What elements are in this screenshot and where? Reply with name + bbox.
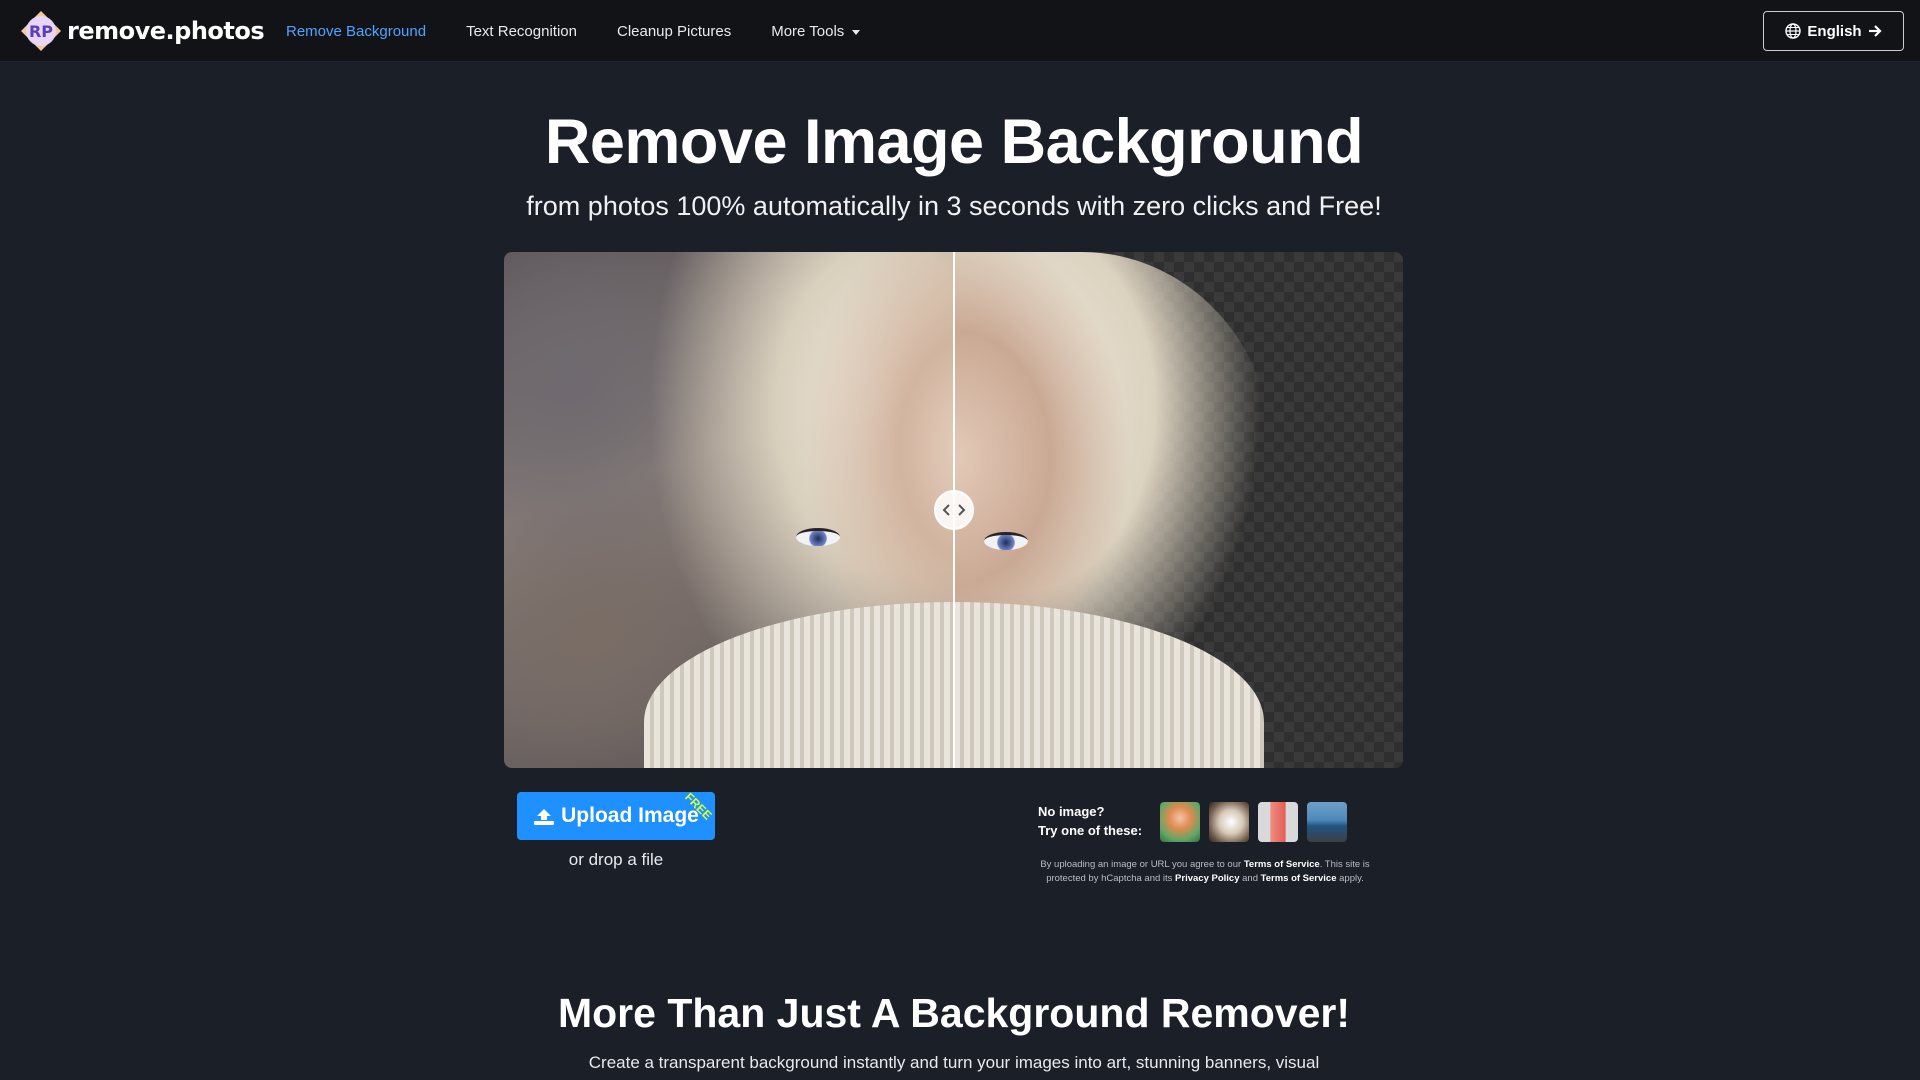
sample-label-line1: No image?	[1038, 804, 1105, 819]
nav-more-tools[interactable]: More Tools	[771, 22, 861, 40]
privacy-policy-link[interactable]: Privacy Policy	[1175, 873, 1239, 884]
drop-file-hint: or drop a file	[568, 850, 664, 869]
sample-images	[1160, 802, 1356, 842]
left-eye-graphic	[796, 528, 840, 546]
sample-label-line2: Try one of these:	[1038, 823, 1143, 838]
comparison-slider-handle[interactable]	[934, 490, 974, 530]
sample-phone-thumbnail[interactable]	[1258, 802, 1298, 842]
logo-initials: RP	[29, 22, 53, 41]
sample-woman-thumbnail[interactable]	[1160, 802, 1200, 842]
right-eye-graphic	[984, 532, 1028, 550]
legal-text-4: apply.	[1336, 873, 1364, 884]
legal-text-3: and	[1239, 873, 1261, 884]
brand-logo[interactable]: RP remove.photos	[20, 9, 265, 53]
nav-text-recognition[interactable]: Text Recognition	[466, 23, 577, 40]
hero-subtitle: from photos 100% automatically in 3 seco…	[526, 191, 1382, 221]
legal-notice: By uploading an image or URL you agree t…	[1020, 858, 1390, 886]
hero-title: Remove Image Background	[544, 107, 1364, 177]
sample-images-label: No image? Try one of these:	[1038, 802, 1142, 840]
brand-name: remove.photos	[67, 17, 265, 45]
language-label: English	[1807, 22, 1862, 40]
nav-more-tools-label: More Tools	[771, 22, 845, 40]
upload-cloud-icon	[534, 809, 555, 825]
nav-remove-background[interactable]: Remove Background	[286, 23, 426, 40]
hcaptcha-terms-link[interactable]: Terms of Service	[1261, 873, 1337, 884]
sample-dog-thumbnail[interactable]	[1209, 802, 1249, 842]
features-section-subtitle: Create a transparent background instantl…	[588, 1053, 1320, 1072]
logo-mark-icon: RP	[20, 10, 62, 52]
arrow-right-icon	[1868, 25, 1882, 37]
before-after-comparison[interactable]	[504, 252, 1403, 768]
sample-car-thumbnail[interactable]	[1307, 802, 1347, 842]
main-nav: Remove Background Text Recognition Clean…	[286, 0, 900, 62]
terms-of-service-link[interactable]: Terms of Service	[1244, 859, 1320, 870]
globe-icon	[1785, 23, 1802, 39]
nav-cleanup-pictures[interactable]: Cleanup Pictures	[617, 23, 731, 40]
chevrons-left-right-icon	[942, 504, 966, 516]
legal-text-1: By uploading an image or URL you agree t…	[1040, 859, 1244, 870]
language-button[interactable]: English	[1763, 11, 1904, 51]
upload-image-label: Upload Image	[561, 804, 699, 827]
features-section-title: More Than Just A Background Remover!	[557, 990, 1351, 1036]
caret-down-icon	[852, 29, 861, 35]
top-navbar: RP remove.photos Remove Background Text …	[0, 0, 1920, 62]
